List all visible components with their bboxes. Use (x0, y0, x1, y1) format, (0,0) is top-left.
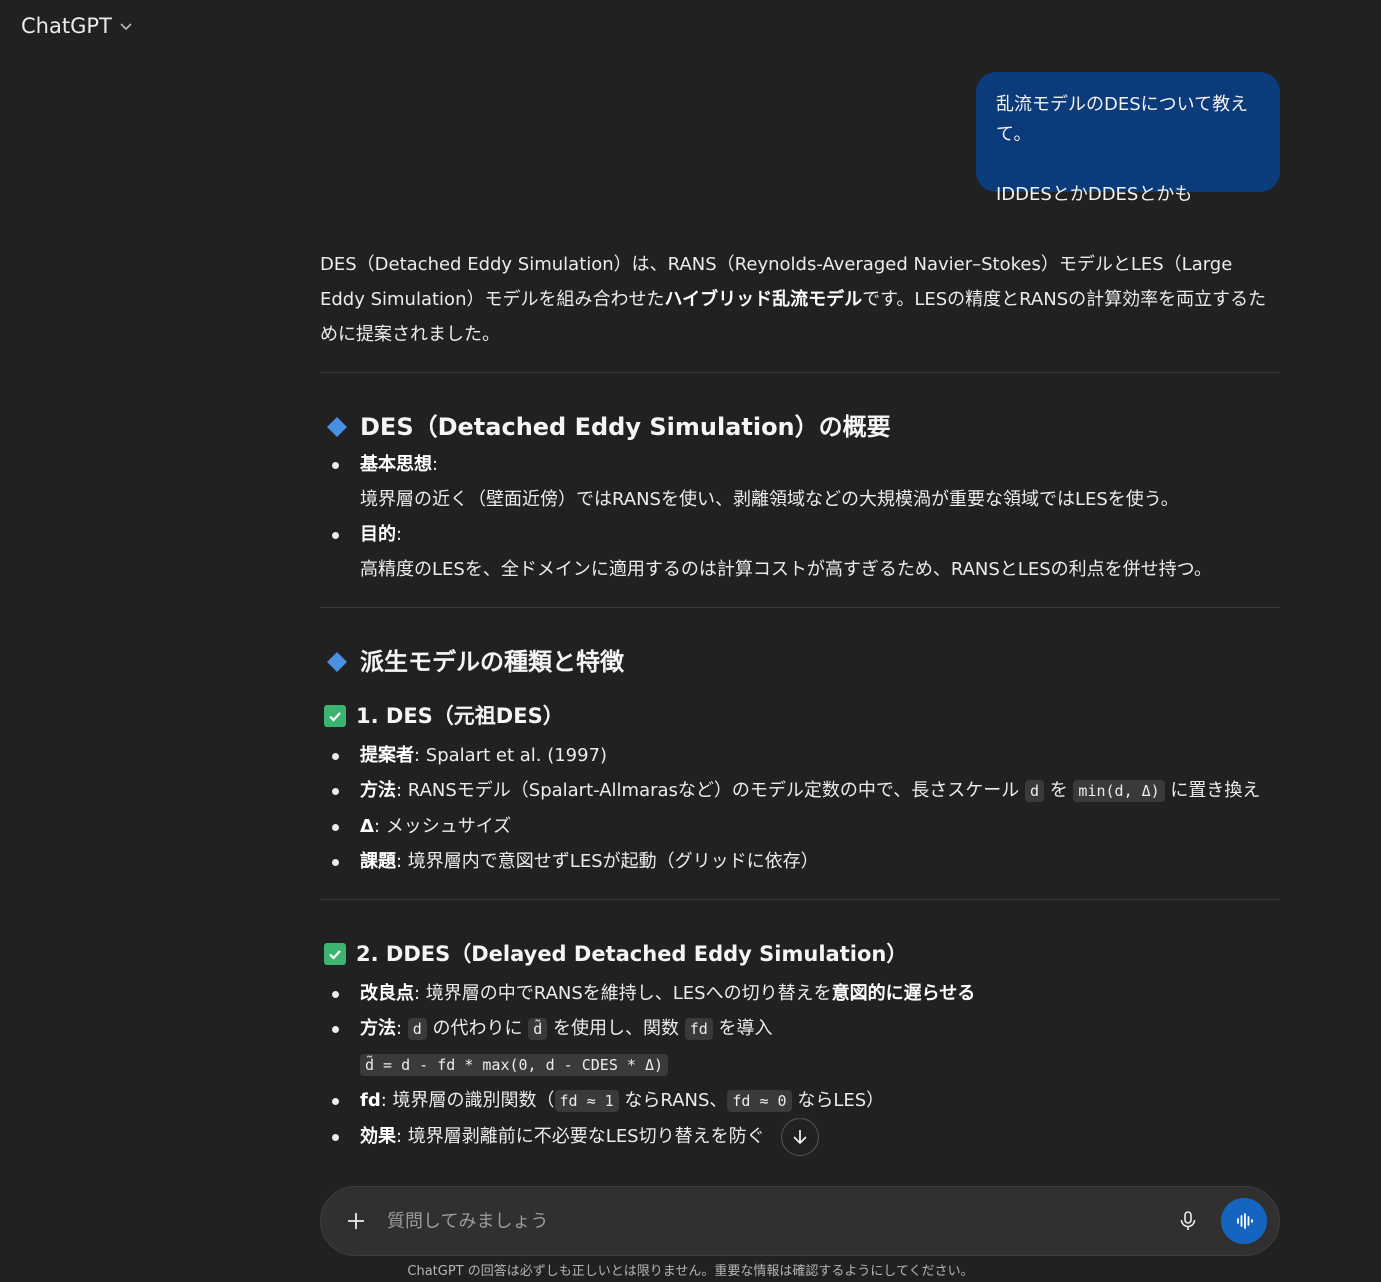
list-item: 基本思想: (320, 447, 1280, 482)
list-item: 方法: RANSモデル（Spalart-Allmarasなど）のモデル定数の中で… (320, 773, 1280, 809)
voice-mode-button[interactable] (1221, 1198, 1267, 1244)
section-title: DES（Detached Eddy Simulation）の概要 (360, 412, 891, 441)
item-text: : 境界層の中でRANSを維持し、LESへの切り替えを (414, 983, 832, 1004)
dictate-button[interactable] (1171, 1204, 1205, 1238)
list-item: 提案者: Spalart et al. (1997) (320, 738, 1280, 773)
item-sep: : (396, 524, 403, 545)
item-text: : 境界層の識別関数（ (380, 1090, 555, 1111)
item-text: : 境界層剥離前に不必要なLES切り替えを防ぐ (396, 1126, 765, 1147)
inline-code: min(d, Δ) (1073, 780, 1165, 802)
item-label: 提案者 (360, 745, 414, 766)
item-text: を導入 (712, 1018, 773, 1039)
item-text: : Spalart et al. (1997) (414, 745, 608, 766)
item-bold: 意図的に遅らせる (831, 983, 976, 1004)
model-switcher[interactable]: ChatGPT (21, 14, 134, 38)
item-label: 効果 (360, 1126, 396, 1147)
list-item: 改良点: 境界層の中でRANSを維持し、LESへの切り替えを意図的に遅らせる (320, 976, 1280, 1011)
user-message-line: 乱流モデルのDESについて教えて。 (996, 94, 1249, 145)
user-message-bubble: 乱流モデルのDESについて教えて。 IDDESとかDDESとかも (976, 72, 1280, 205)
scroll-fade (0, 1150, 1381, 1190)
voice-waveform-icon (1237, 1213, 1253, 1229)
inline-code: d (407, 1018, 427, 1040)
item-label: 基本思想 (360, 454, 432, 475)
section-heading: 派生モデルの種類と特徴 (320, 642, 1280, 682)
user-message-line: IDDESとかDDESとかも (996, 184, 1193, 205)
inline-code: fd ≈ 1 (554, 1090, 619, 1112)
inline-code: d̃ (528, 1018, 548, 1040)
subsection-title: 2. DDES（Delayed Detached Eddy Simulation… (356, 941, 908, 966)
inline-code: fd (684, 1018, 713, 1040)
des-list: 提案者: Spalart et al. (1997) 方法: RANSモデル（S… (320, 738, 1280, 879)
item-label: 方法 (360, 780, 396, 801)
attach-button[interactable] (341, 1206, 371, 1236)
overview-list: 基本思想: 境界層の近く（壁面近傍）ではRANSを使い、剥離領域などの大規模渦が… (320, 447, 1280, 587)
list-item: 課題: 境界層内で意図せずLESが起動（グリッドに依存） (320, 844, 1280, 879)
formula-line: d̃ = d - fd * max(0, d - CDES * Δ) (320, 1047, 1280, 1083)
item-text: : 境界層内で意図せずLESが起動（グリッドに依存） (396, 851, 819, 872)
divider (320, 372, 1280, 373)
item-label: 目的 (360, 524, 396, 545)
divider (320, 899, 1280, 900)
scroll-to-bottom-button[interactable] (781, 1118, 819, 1156)
item-text: を使用し、関数 (547, 1018, 685, 1039)
prompt-input[interactable] (385, 1209, 1171, 1233)
check-mark-icon (324, 943, 346, 965)
list-item: Δ: メッシュサイズ (320, 809, 1280, 844)
blue-diamond-icon (327, 417, 347, 437)
item-text: に置き換え (1164, 780, 1261, 801)
section-title: 派生モデルの種類と特徴 (360, 647, 624, 676)
item-text: : RANSモデル（Spalart-Allmarasなど）のモデル定数の中で、長… (396, 780, 1025, 801)
item-text: を (1043, 780, 1074, 801)
message-composer (320, 1186, 1280, 1256)
item-label: fd (360, 1090, 381, 1111)
inline-code: d (1024, 780, 1044, 802)
assistant-answer: DES（Detached Eddy Simulation）は、RANS（Reyn… (320, 247, 1280, 1154)
plus-icon (348, 1213, 364, 1229)
item-label: 方法 (360, 1018, 396, 1039)
formula-code: d̃ = d - fd * max(0, d - CDES * Δ) (360, 1054, 669, 1076)
arrow-down-icon (793, 1130, 807, 1145)
model-name: ChatGPT (21, 14, 112, 38)
divider (320, 607, 1280, 608)
disclaimer-text: ChatGPT の回答は必ずしも正しいとは限りません。重要な情報は確認するように… (407, 1264, 974, 1279)
inline-code: fd ≈ 0 (727, 1090, 792, 1112)
list-item-text: 境界層の近く（壁面近傍）ではRANSを使い、剥離領域などの大規模渦が重要な領域で… (360, 489, 1179, 510)
subsection-heading: 2. DDES（Delayed Detached Eddy Simulation… (320, 936, 1280, 972)
item-label: 課題 (360, 851, 396, 872)
intro-bold: ハイブリッド乱流モデル (664, 289, 863, 310)
item-label: 改良点 (360, 983, 414, 1004)
item-sep: : (432, 454, 439, 475)
subsection-heading: 1. DES（元祖DES） (320, 698, 1280, 734)
list-item: 目的: (320, 517, 1280, 552)
microphone-icon (1180, 1211, 1196, 1230)
item-text: ならRANS、 (618, 1090, 728, 1111)
item-text: ならLES） (791, 1090, 885, 1111)
item-text: : (396, 1018, 408, 1039)
blue-diamond-icon (327, 652, 347, 672)
item-label: Δ (360, 816, 374, 837)
list-item-text: 高精度のLESを、全ドメインに適用するのは計算コストが高すぎるため、RANSとL… (360, 559, 1212, 580)
item-text: の代わりに (426, 1018, 529, 1039)
top-bar: ChatGPT (0, 0, 1381, 52)
section-heading: DES（Detached Eddy Simulation）の概要 (320, 407, 1280, 447)
chevron-down-icon (120, 23, 132, 31)
check-mark-icon (324, 705, 346, 727)
list-item: 方法: d の代わりに d̃ を使用し、関数 fd を導入 (320, 1011, 1280, 1047)
answer-intro: DES（Detached Eddy Simulation）は、RANS（Reyn… (320, 247, 1280, 352)
subsection-title: 1. DES（元祖DES） (356, 703, 564, 728)
list-item: fd: 境界層の識別関数（ fd ≈ 1 ならRANS、 fd ≈ 0 ならLES） (320, 1083, 1280, 1119)
item-text: : メッシュサイズ (373, 816, 512, 837)
